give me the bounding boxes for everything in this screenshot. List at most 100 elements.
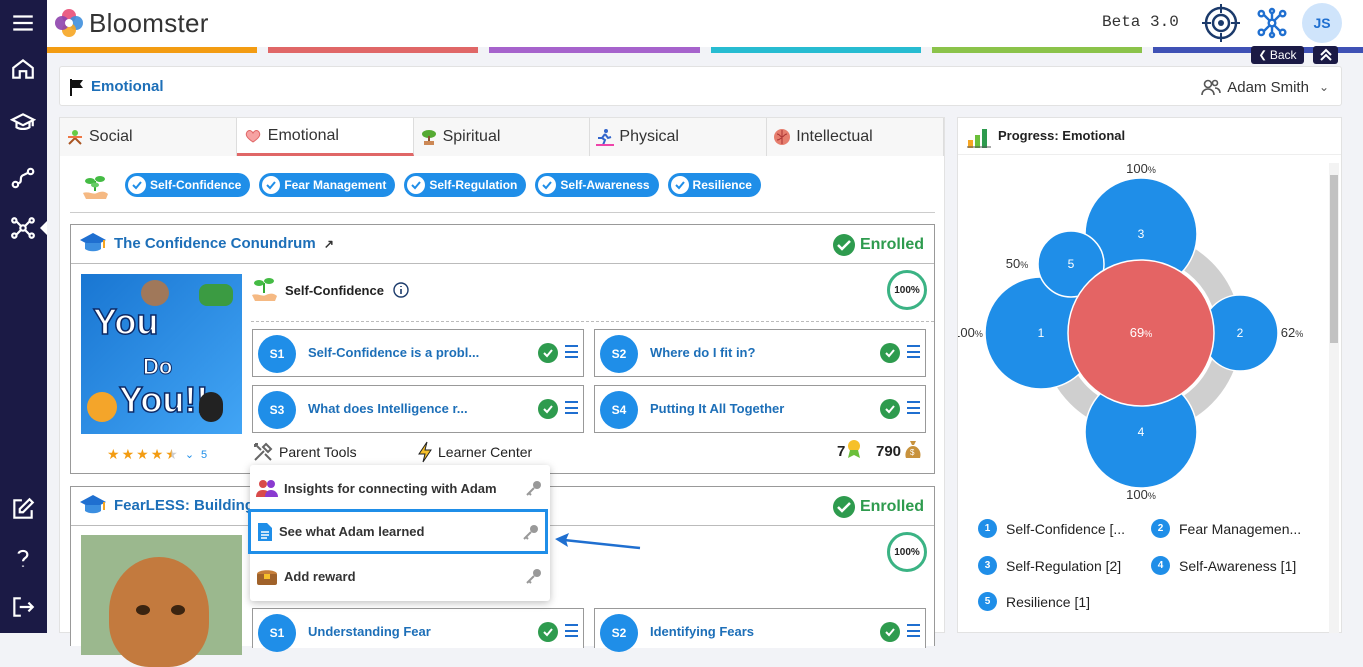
skill-chip[interactable]: Self-Awareness [535,173,659,197]
lesson-title[interactable]: Understanding Fear [308,624,431,639]
menu-icon[interactable] [565,624,578,637]
help-icon[interactable] [8,543,38,573]
learner-center-label: Learner Center [438,444,533,460]
logout-icon[interactable] [8,592,38,622]
lesson-card[interactable]: S1 Self-Confidence is a probl... [252,329,584,377]
legend-label: Self-Confidence [... [1006,520,1126,537]
course-title[interactable]: The Confidence Conundrum ↗ [114,235,334,252]
brain-icon [774,129,791,145]
legend-number: 1 [978,519,997,538]
lesson-title[interactable]: Identifying Fears [650,624,754,639]
heart-hands-icon [245,129,261,143]
check-circle-icon [832,496,855,518]
target-icon[interactable] [1202,4,1240,42]
runner-icon [596,129,615,146]
lesson-card[interactable]: S2 Where do I fit in? [594,329,926,377]
menu-icon[interactable] [8,8,38,38]
lesson-title[interactable]: What does Intelligence r... [308,401,468,416]
lion-eye [171,605,185,615]
lesson-card[interactable]: S3 What does Intelligence r... [252,385,584,433]
learner-center-button[interactable]: Learner Center [417,441,532,463]
awards-value: 7 [837,443,846,460]
skill-chip[interactable]: Self-Regulation [404,173,527,197]
parent-tools-button[interactable]: Parent Tools [252,441,357,463]
menu-icon[interactable] [565,345,578,358]
divider [70,212,935,213]
menu-icon[interactable] [907,345,920,358]
course-card: The Confidence Conundrum ↗ Enrolled You … [70,224,935,474]
legend-item: 4 Self-Awareness [1] [1151,556,1296,575]
scrollbar-thumb[interactable] [1330,175,1338,343]
skill-chip[interactable]: Self-Confidence [125,173,251,197]
user-selector[interactable]: Adam Smith ⌄ [1201,78,1329,96]
tab-physical[interactable]: Physical [590,118,768,156]
lesson-title[interactable]: Putting It All Together [650,401,784,416]
enrolled-badge: Enrolled [832,496,924,518]
double-chevron-up-icon [1319,48,1332,61]
tab-emotional[interactable]: Emotional [236,118,414,156]
graduation-cap-icon[interactable] [8,108,38,138]
check-icon [538,176,557,194]
menu-icon[interactable] [565,401,578,414]
menu-icon[interactable] [907,401,920,414]
lesson-card[interactable]: S4 Putting It All Together [594,385,926,433]
legend-number: 3 [978,556,997,575]
page-header: Emotional Adam Smith ⌄ [59,66,1342,106]
external-link-icon[interactable]: ↗ [324,237,334,251]
skill-chips: Self-Confidence Fear Management Self-Reg… [125,173,761,197]
scrollbar[interactable] [1329,163,1339,633]
progress-panel: Progress: Emotional 1 100% 2 62% 3 100% 4 100% 5… [957,117,1342,633]
avatar[interactable]: JS [1302,3,1342,43]
lesson-card[interactable]: S1 Understanding Fear [252,608,584,652]
scroll-up-button[interactable] [1313,46,1338,64]
flag-icon [70,79,83,96]
enrolled-label: Enrolled [859,236,924,253]
progress-node-value: 100% [1126,487,1156,502]
thumbnail-text: You!! [118,379,209,420]
enrolled-badge: Enrolled [832,234,924,256]
menu-icon[interactable] [907,624,920,637]
back-button[interactable]: ❮ Back [1251,46,1304,64]
legend-label: Fear Managemen... [1179,520,1302,537]
course-title[interactable]: FearLESS: Building B [114,497,269,514]
awards-count: 7 [837,438,862,460]
edit-icon[interactable] [8,494,38,524]
skill-chip[interactable]: Resilience [667,173,761,197]
rating[interactable]: ★ ★ ★ ★ ★ ⌄ 5 [107,446,207,463]
menu-item-reward[interactable]: Add reward [256,557,548,595]
key-icon [526,569,541,584]
lesson-card[interactable]: S2 Identifying Fears [594,608,926,652]
tab-label: Social [89,128,133,145]
network-icon[interactable] [8,213,38,243]
info-icon[interactable] [393,282,409,298]
legend-label: Resilience [1] [1006,593,1091,610]
menu-item-insights[interactable]: Insights for connecting with Adam [256,469,548,507]
menu-item-learned[interactable]: See what Adam learned [248,509,548,554]
tab-label: Spiritual [442,128,501,145]
svg-text:$: $ [910,448,915,457]
skill-chip[interactable]: Fear Management [259,173,396,197]
lesson-badge: S1 [258,614,296,652]
coins-count: 790 $ [876,438,924,460]
key-icon [523,524,538,540]
penguin-illustration [199,392,223,422]
skill-chip-label: Self-Regulation [429,178,518,192]
course-thumbnail[interactable]: You Do You!! [81,274,242,434]
lesson-badge: S4 [600,391,638,429]
star-icon: ★ [136,446,149,462]
tab-intellectual[interactable]: Intellectual [767,118,944,156]
star-icon: ★ [121,446,135,462]
top-bar: Bloomster Beta 3.0 JS [47,0,1363,47]
tab-spiritual[interactable]: Spiritual [413,118,591,156]
route-icon[interactable] [8,163,38,193]
tab-social[interactable]: Social [60,118,237,156]
progress-node-value: 100% [1126,161,1156,176]
bloomster-logo-icon [55,9,83,37]
enrolled-label: Enrolled [859,498,924,515]
tools-icon [254,442,273,461]
course-thumbnail[interactable] [81,535,242,667]
lesson-title[interactable]: Self-Confidence is a probl... [308,345,479,360]
home-icon[interactable] [8,54,38,84]
network-icon[interactable] [1256,7,1288,39]
lesson-title[interactable]: Where do I fit in? [650,345,755,360]
